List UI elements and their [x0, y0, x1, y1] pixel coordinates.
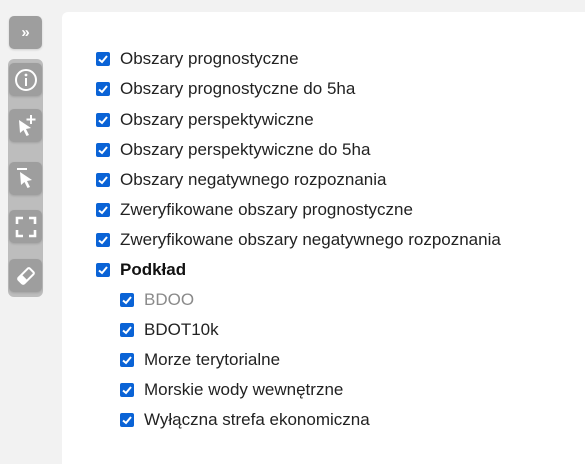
check-icon [98, 116, 108, 125]
check-icon [122, 386, 132, 395]
check-icon [98, 55, 108, 64]
layer-label: Obszary perspektywiczne do 5ha [120, 140, 371, 159]
check-icon [98, 85, 108, 94]
check-icon [122, 356, 132, 365]
check-icon [122, 416, 132, 425]
basemap-item-label: Morskie wody wewnętrzne [144, 380, 344, 399]
checkbox[interactable] [96, 263, 110, 277]
layer-item[interactable]: Obszary prognostyczne [96, 49, 299, 69]
layer-label: Obszary prognostyczne do 5ha [120, 79, 356, 98]
checkbox[interactable] [120, 413, 134, 427]
checkbox[interactable] [120, 353, 134, 367]
layer-item[interactable]: Obszary perspektywiczne [96, 110, 314, 130]
layer-label: Zweryfikowane obszary prognostyczne [120, 200, 413, 219]
check-icon [98, 236, 108, 245]
basemap-item-label: BDOO [144, 290, 195, 309]
info-button[interactable] [9, 63, 42, 96]
checkbox[interactable] [96, 143, 110, 157]
basemap-item[interactable]: Morze terytorialne [120, 350, 280, 370]
collapse-button[interactable]: » [9, 16, 42, 49]
checkbox[interactable] [96, 233, 110, 247]
checkbox[interactable] [120, 293, 134, 307]
basemap-item-label: Morze terytorialne [144, 350, 281, 369]
info-icon [14, 68, 37, 91]
remove-selection-icon [16, 167, 32, 188]
checkbox[interactable] [96, 82, 110, 96]
layer-label: Obszary prognostyczne [120, 49, 299, 68]
checkbox[interactable] [96, 52, 110, 66]
basemap-item[interactable]: BDOO [120, 290, 194, 310]
eraser-icon [16, 266, 35, 285]
layer-item[interactable]: Zweryfikowane obszary negatywnego rozpoz… [96, 230, 501, 250]
check-icon [98, 206, 108, 215]
basemap-item[interactable]: Wyłączna strefa ekonomiczna [120, 410, 370, 430]
basemap-label: Podkład [120, 260, 187, 279]
layer-item[interactable]: Obszary perspektywiczne do 5ha [96, 140, 370, 160]
layer-label: Zweryfikowane obszary negatywnego rozpoz… [120, 230, 501, 249]
check-icon [98, 176, 108, 185]
check-icon [98, 266, 108, 275]
fullscreen-icon [15, 216, 36, 237]
layer-label: Obszary perspektywiczne [120, 110, 314, 129]
fullscreen-button[interactable] [9, 210, 42, 243]
layer-label: Obszary negatywnego rozpoznania [120, 170, 387, 189]
basemap-group[interactable]: Podkład [96, 260, 186, 280]
checkbox[interactable] [96, 113, 110, 127]
check-icon [122, 296, 132, 305]
basemap-item-label: BDOT10k [144, 320, 219, 339]
double-chevron-right-icon: » [21, 24, 30, 41]
add-selection-button[interactable] [9, 109, 42, 142]
checkbox[interactable] [120, 323, 134, 337]
eraser-button[interactable] [9, 259, 42, 292]
layer-item[interactable]: Zweryfikowane obszary prognostyczne [96, 200, 413, 220]
checkbox[interactable] [120, 383, 134, 397]
basemap-item[interactable]: BDOT10k [120, 320, 219, 340]
check-icon [122, 326, 132, 335]
basemap-item[interactable]: Morskie wody wewnętrzne [120, 380, 343, 400]
layer-item[interactable]: Obszary negatywnego rozpoznania [96, 170, 387, 190]
checkbox[interactable] [96, 203, 110, 217]
checkbox[interactable] [96, 173, 110, 187]
check-icon [98, 146, 108, 155]
remove-selection-button[interactable] [9, 162, 42, 195]
add-selection-icon [18, 114, 35, 136]
map-toolbar: » [0, 0, 50, 464]
basemap-item-label: Wyłączna strefa ekonomiczna [144, 410, 370, 429]
layer-item[interactable]: Obszary prognostyczne do 5ha [96, 79, 355, 99]
